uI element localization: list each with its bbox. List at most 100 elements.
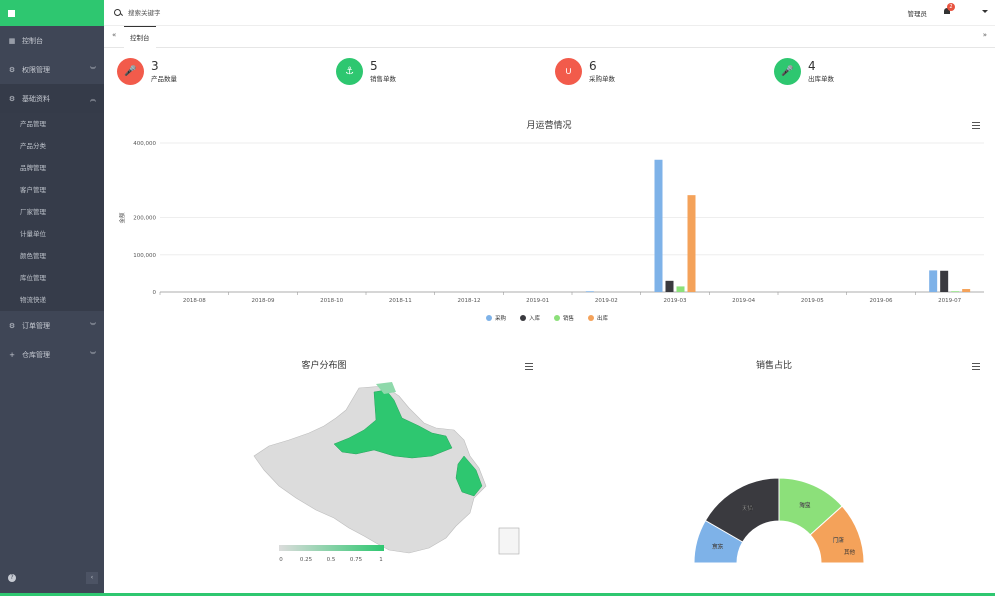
sidebar-subitem-customer[interactable]: 客户管理	[0, 179, 104, 201]
tab-scroll-left-button[interactable]: «	[112, 31, 116, 39]
legend-marker	[486, 315, 492, 321]
chevron-down-icon: ︾	[89, 67, 96, 74]
y-tick-label: 0	[153, 290, 157, 296]
tab-dashboard[interactable]: 控制台	[124, 26, 156, 48]
sidebar-item-dashboard[interactable]: ▦ 控制台	[0, 26, 104, 55]
magnet-icon: ∪	[555, 58, 582, 85]
legend-label: 销售	[563, 314, 574, 322]
sidebar-subitem-location[interactable]: 库位管理	[0, 267, 104, 289]
map-chart-title: 客户分布图	[301, 361, 347, 371]
visual-map-label: 0	[279, 557, 283, 563]
legend-marker	[520, 315, 526, 321]
chevron-down-icon: ︾	[89, 323, 96, 330]
main-content: 🎤 3 产品数量 ⚓ 5 销售单数 ∪ 6 采购单数 🎤 4 出库单数 月运营情…	[104, 48, 995, 593]
collapse-sidebar-button[interactable]: ‹	[86, 572, 98, 584]
sidebar: ▦ 控制台 ⚙ 权限管理 ︾ ⚙ 基础资料 ︽ 产品管理 产品分类 品牌管理 客…	[0, 0, 104, 596]
microphone-icon: 🎤	[774, 58, 801, 85]
help-icon[interactable]: ?	[8, 574, 16, 582]
topbar: 搜索关键字 管理员 2	[104, 0, 995, 26]
visual-map-label: 0.25	[300, 557, 313, 563]
map-inset-south-sea	[498, 527, 520, 555]
x-tick-label: 2018-09	[252, 298, 275, 304]
stat-label: 出库单数	[808, 75, 834, 83]
plus-icon: +	[9, 350, 15, 359]
sidebar-subitem-manufacturer[interactable]: 厂家管理	[0, 201, 104, 223]
logo[interactable]	[0, 0, 104, 26]
sidebar-subitem-product[interactable]: 产品管理	[0, 113, 104, 135]
pie-extra-label: 其他	[844, 548, 856, 556]
bar-入库	[940, 270, 949, 292]
search-input[interactable]: 搜索关键字	[128, 7, 161, 17]
map-region-china	[253, 385, 487, 554]
x-tick-label: 2019-03	[664, 298, 687, 304]
chevron-up-icon: ︽	[89, 96, 96, 103]
menu-icon[interactable]	[972, 363, 980, 370]
bar-入库	[665, 280, 674, 292]
bar-采购	[929, 270, 938, 292]
sidebar-item-basic-data[interactable]: ⚙ 基础资料 ︽	[0, 84, 104, 113]
user-name[interactable]: 管理员	[908, 8, 928, 18]
menu-icon[interactable]	[525, 363, 533, 370]
chevron-down-icon: ︾	[89, 352, 96, 359]
sidebar-item-permissions[interactable]: ⚙ 权限管理 ︾	[0, 55, 104, 84]
stat-label: 采购单数	[589, 75, 615, 83]
y-axis-label: 金额	[118, 212, 126, 224]
y-tick-label: 200,000	[133, 216, 156, 222]
slice-label: 京东	[712, 543, 724, 551]
x-tick-label: 2019-01	[526, 298, 549, 304]
cogs-icon: ⚙	[8, 94, 16, 103]
dashboard-icon: ▦	[8, 36, 16, 45]
legend-label: 出库	[597, 314, 609, 322]
pie-chart-title: 销售占比	[755, 361, 792, 371]
bar-chart-title: 月运营情况	[526, 121, 572, 131]
bar-销售	[676, 286, 685, 292]
sidebar-subitem-logistics[interactable]: 物流快递	[0, 289, 104, 311]
slice-label: 天猫	[742, 504, 754, 512]
sidebar-subitem-unit[interactable]: 计量单位	[0, 223, 104, 245]
sidebar-subitem-category[interactable]: 产品分类	[0, 135, 104, 157]
anchor-icon: ⚓	[336, 58, 363, 85]
cogs-icon: ⚙	[8, 321, 16, 330]
user-dropdown-caret-icon[interactable]	[982, 10, 988, 13]
tab-scroll-right-button[interactable]: »	[983, 31, 987, 39]
legend-marker	[554, 315, 560, 321]
sales-share-chart: 京东 天猫 淘宝门店其他	[693, 477, 865, 564]
sidebar-subitem-color[interactable]: 颜色管理	[0, 245, 104, 267]
sidebar-subitem-brand[interactable]: 品牌管理	[0, 157, 104, 179]
legend-label: 采购	[495, 314, 507, 322]
x-tick-label: 2019-07	[938, 298, 961, 304]
sidebar-item-label: 控制台	[22, 36, 43, 45]
bar-销售	[951, 291, 960, 292]
search-icon	[114, 8, 121, 16]
sidebar-menu-lower: ⚙ 订单管理 ︾ + 仓库管理 ︾	[0, 311, 104, 369]
visual-map-label: 1	[379, 557, 383, 563]
bell-icon[interactable]: 2	[943, 3, 955, 16]
stat-label: 销售单数	[370, 75, 396, 83]
bar-出库	[687, 195, 696, 292]
search-box[interactable]: 搜索关键字	[114, 7, 161, 17]
stat-product-count: 🎤 3 产品数量	[117, 58, 177, 85]
sidebar-footer: ? ‹	[0, 572, 104, 586]
bar-采购	[654, 159, 663, 292]
stat-value: 6	[589, 59, 597, 73]
sidebar-item-warehouse[interactable]: + 仓库管理 ︾	[0, 340, 104, 369]
visual-map-label: 0.5	[327, 557, 336, 563]
slice-label: 淘宝	[799, 501, 811, 509]
stat-sales-orders: ⚓ 5 销售单数	[336, 58, 396, 85]
sidebar-item-label: 权限管理	[22, 65, 50, 74]
sidebar-item-label: 仓库管理	[22, 350, 50, 359]
logo-icon	[8, 9, 15, 17]
y-tick-label: 400,000	[133, 141, 156, 147]
x-tick-label: 2019-06	[870, 298, 893, 304]
cogs-icon: ⚙	[8, 65, 16, 74]
legend-marker	[588, 315, 594, 321]
stat-value: 4	[808, 59, 816, 73]
legend-label: 入库	[529, 314, 541, 322]
stat-purchase-orders: ∪ 6 采购单数	[555, 58, 615, 85]
menu-icon[interactable]	[972, 122, 980, 129]
sidebar-item-orders[interactable]: ⚙ 订单管理 ︾	[0, 311, 104, 340]
slice-label: 门店	[833, 536, 845, 544]
x-tick-label: 2018-12	[458, 298, 481, 304]
app-root: ▦ 控制台 ⚙ 权限管理 ︾ ⚙ 基础资料 ︽ 产品管理 产品分类 品牌管理 客…	[0, 0, 995, 596]
x-tick-label: 2019-02	[595, 298, 618, 304]
